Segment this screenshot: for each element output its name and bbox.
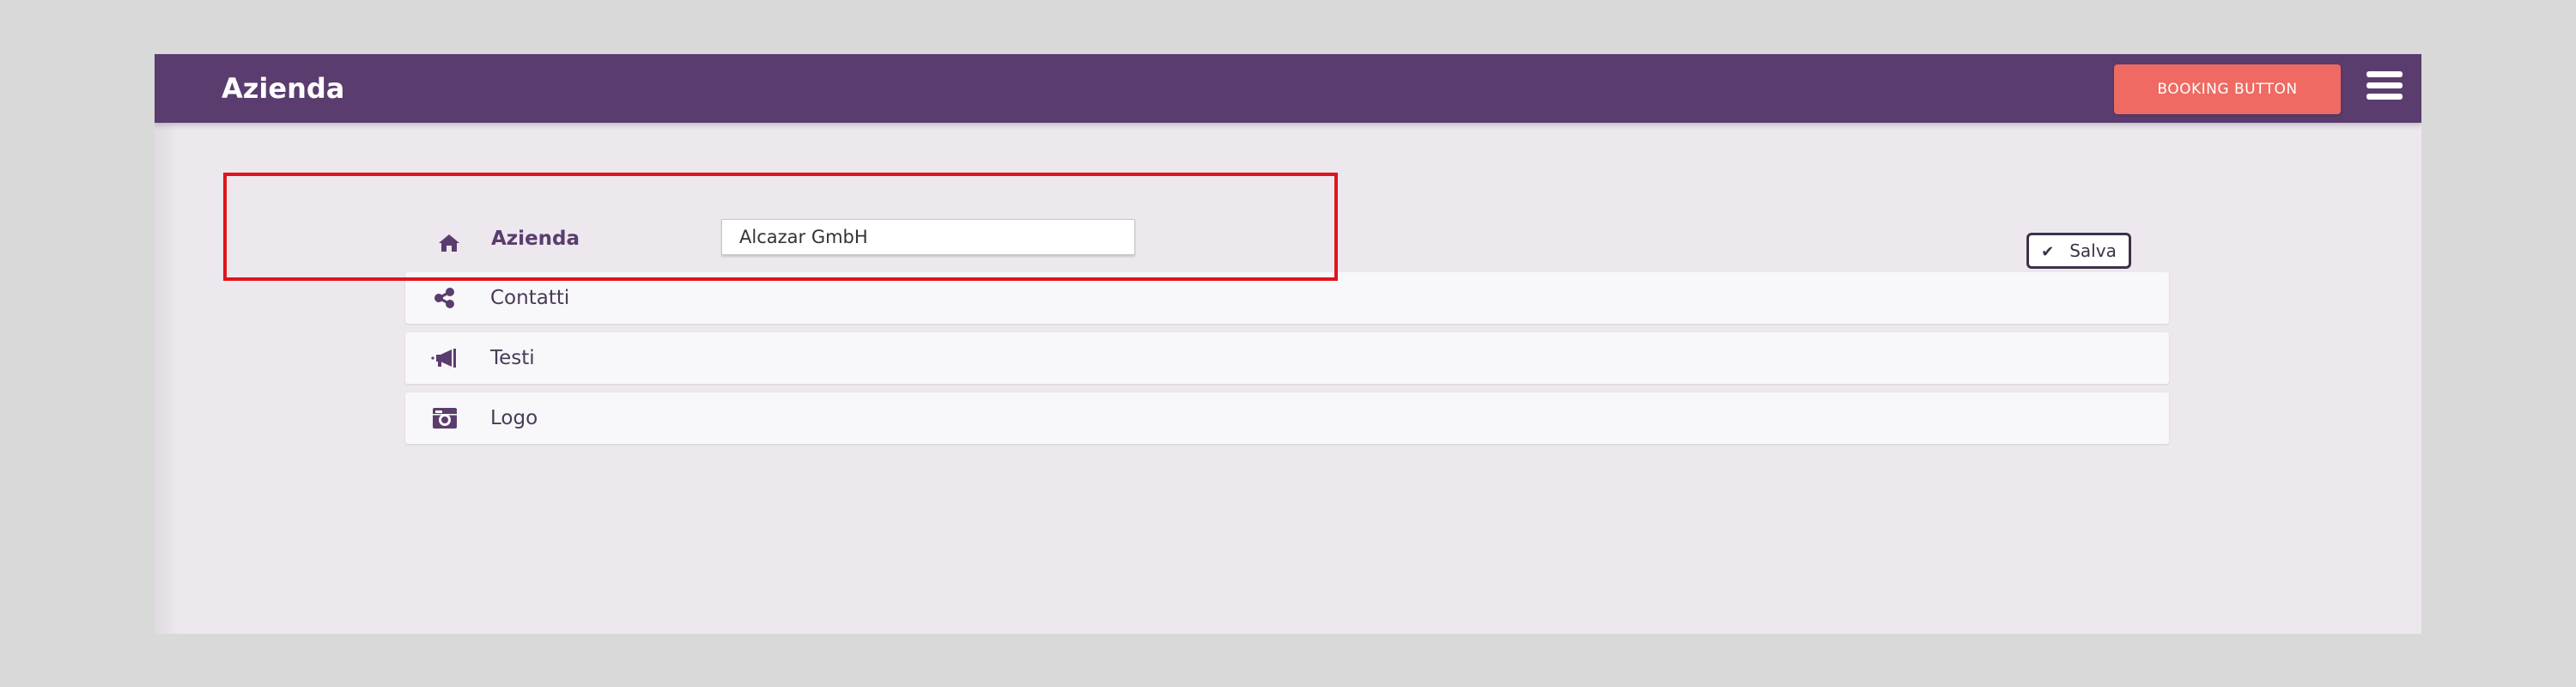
section-label: Azienda [491,228,580,250]
accordion-label-texts: Testi [490,347,535,369]
app-window: Azienda BOOKING BUTTON Azienda ✔ Salva [155,54,2421,634]
save-button[interactable]: ✔ Salva [2026,233,2131,269]
accordion-label-logo: Logo [490,407,538,429]
settings-content: Azienda ✔ Salva Contatti [405,161,2169,453]
accordion-label-contacts: Contatti [490,287,570,309]
megaphone-icon [431,349,456,368]
top-bar: Azienda BOOKING BUTTON [155,54,2421,123]
home-icon [439,234,459,252]
company-section-header: Azienda ✔ Salva [405,161,2169,272]
hamburger-menu-icon[interactable] [2366,71,2403,104]
accordion-item-texts[interactable]: Testi [405,332,2169,384]
sidebar-shadow [155,123,179,634]
check-icon: ✔ [2041,243,2055,261]
share-icon [434,288,454,308]
company-name-input[interactable] [721,219,1135,255]
booking-button[interactable]: BOOKING BUTTON [2114,64,2341,114]
camera-icon [433,408,457,429]
accordion-item-logo[interactable]: Logo [405,392,2169,444]
save-button-label: Salva [2069,240,2117,261]
accordion-item-contacts[interactable]: Contatti [405,272,2169,324]
page-title: Azienda [222,72,345,105]
